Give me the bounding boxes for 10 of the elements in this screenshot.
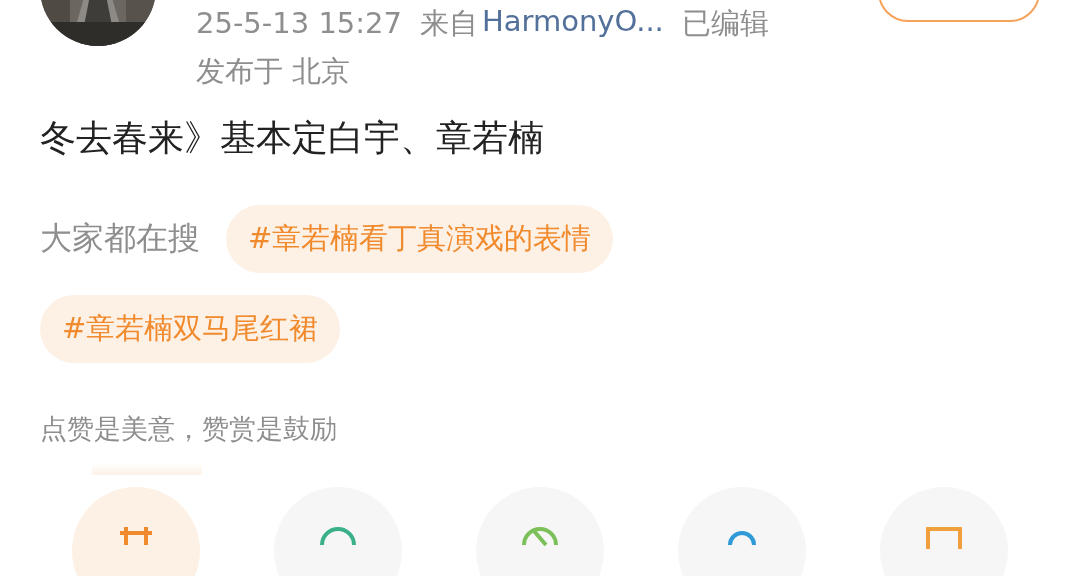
post-text: 冬去春来》基本定白宇、章若楠 [39,116,545,160]
hashtag-chip[interactable]: #章若楠看丁真演戏的表情 [226,205,614,273]
source-label: 来自 [420,5,478,42]
hashtag-chip[interactable]: #章若楠双马尾红裙 [40,295,341,363]
reward-caption: 点赞是美意，赞赏是鼓励 [39,412,338,446]
search-label: 大家都在搜 [40,218,200,259]
post-time: 25-5-13 15:27 [196,6,402,40]
post-location: 发布于 北京 [196,53,352,90]
source-link[interactable]: HarmonyO... [482,4,664,44]
edited-label: 已编辑 [681,5,769,42]
